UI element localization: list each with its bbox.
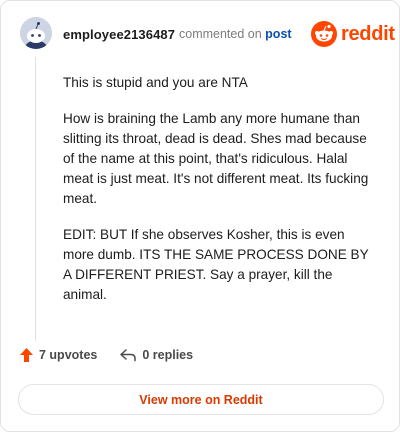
upvote-count: 7 upvotes — [39, 348, 98, 362]
reply-button[interactable]: 0 replies — [119, 348, 193, 362]
user-avatar[interactable] — [20, 17, 52, 49]
upvote-arrow-icon — [20, 348, 33, 362]
reply-arrow-icon — [120, 349, 137, 362]
upvote-button[interactable]: 7 upvotes — [19, 347, 97, 363]
reddit-alien-icon — [311, 21, 337, 47]
comment-author[interactable]: employee2136487 — [63, 27, 175, 42]
comment-paragraph: EDIT: BUT If she observes Kosher, this i… — [63, 227, 369, 302]
reddit-wordmark: reddit — [341, 22, 395, 45]
view-more-button[interactable]: View more on Reddit — [18, 384, 384, 415]
post-link[interactable]: post — [265, 27, 291, 41]
snoo-avatar-icon — [20, 17, 52, 49]
comment-body: This is stupid and you are NTA How is br… — [63, 73, 379, 321]
thread-line — [35, 57, 36, 341]
comment-meta: commented on post — [179, 27, 292, 41]
comment-paragraph: How is braining the Lamb any more humane… — [63, 111, 369, 206]
comment-paragraph: This is stupid and you are NTA — [63, 75, 248, 90]
comment-actions: 7 upvotes 0 replies — [19, 347, 193, 363]
reddit-logo[interactable]: reddit — [311, 21, 395, 47]
reply-count: 0 replies — [142, 348, 194, 362]
commented-on-text: commented on — [179, 27, 262, 41]
embedded-comment-card: employee2136487 commented on post reddit… — [0, 0, 400, 432]
